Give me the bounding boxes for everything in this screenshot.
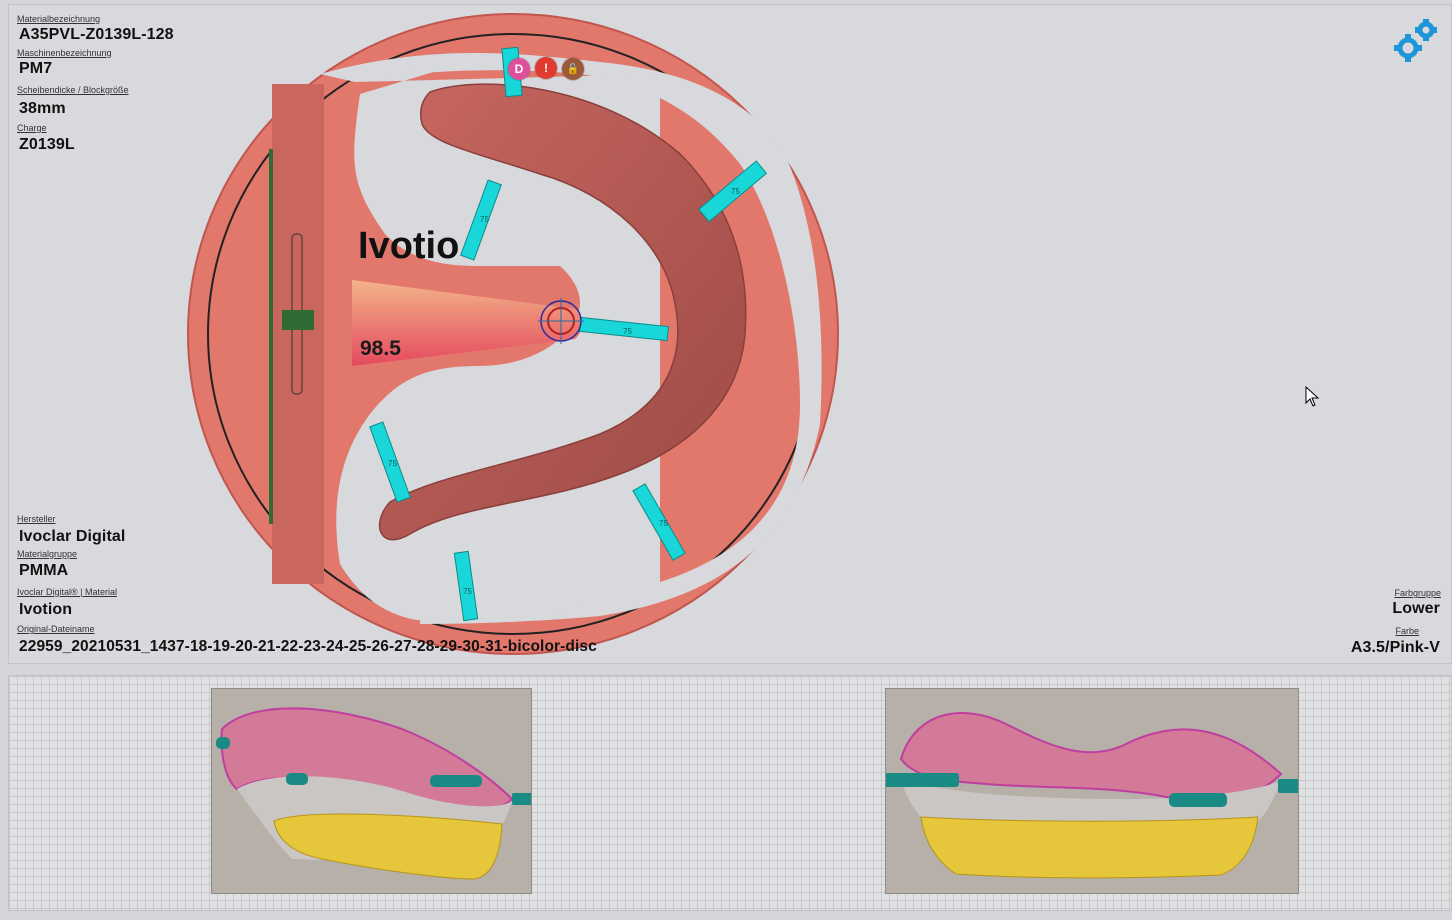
color-group-label: Farbgruppe [1394,588,1441,598]
color-label: Farbe [1395,626,1419,636]
material-value: Ivotion [19,601,73,618]
svg-text:75: 75 [480,215,489,224]
manufacturer-value: Ivoclar Digital [19,528,126,545]
svg-text:75: 75 [731,187,740,196]
svg-text:75: 75 [659,519,668,528]
d-badge-icon[interactable]: D [508,58,530,80]
disc-thickness-value: 38mm [19,100,66,117]
material-name-value: A35PVL-Z0139L-128 [19,26,174,43]
svg-text:75: 75 [463,587,472,596]
svg-text:75: 75 [388,459,397,468]
denture-side-render [216,707,531,880]
material-group-label: Materialgruppe [17,549,78,559]
preview-front-view[interactable] [885,688,1299,894]
warning-icon[interactable]: ! [535,57,557,79]
material-label: Ivoclar Digital® | Material [17,587,117,597]
height-value: 98.5 [360,337,401,360]
charge-label: Charge [17,123,47,133]
denture-front-render [886,712,1298,879]
mouse-pointer-icon [1305,386,1320,407]
material-group-value: PMMA [19,562,69,579]
machine-name-label: Maschinenbezeichnung [17,48,112,58]
original-filename-value: 22959_20210531_1437-18-19-20-21-22-23-24… [19,638,597,655]
color-value: A3.5/Pink-V [1350,639,1440,656]
color-group-value: Lower [1392,600,1440,617]
manufacturer-label: Hersteller [17,514,56,524]
lock-icon[interactable]: 🔓 [562,58,584,80]
disc-thickness-label: Scheibendicke / Blockgröße [17,85,129,95]
gear-icon[interactable] [1392,16,1442,66]
brand-text: Ivotio [358,225,459,267]
svg-text:75: 75 [623,327,632,336]
preview-side-view[interactable] [211,688,532,894]
machine-name-value: PM7 [19,60,53,77]
material-name-label: Materialbezeichnung [17,14,101,24]
original-filename-label: Original-Dateiname [17,624,95,634]
charge-value: Z0139L [19,136,75,153]
disc-3d-view[interactable]: 98.5 Ivotio 75 75 75 75 75 75 [180,4,850,664]
disc-left-band [272,84,324,584]
